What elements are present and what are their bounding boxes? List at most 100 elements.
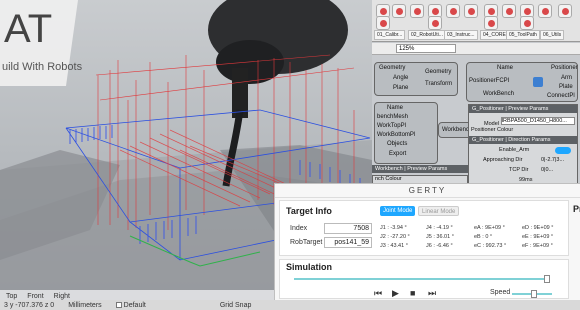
component-ribbon: 01_Calibr... 02_RobotUti... 03_Instruc..… — [372, 0, 580, 42]
bench-colour-label: nch Colour — [375, 176, 402, 182]
view-tab-top[interactable]: Top — [6, 293, 17, 300]
output-plate: Plate — [559, 84, 573, 90]
joint-readout: J4 : -4.19 ° — [426, 225, 453, 231]
grasshopper-canvas[interactable]: 01_Calibr... 02_RobotUti... 03_Instruc..… — [372, 0, 580, 190]
output-geometry: Geometry — [425, 69, 452, 75]
enable-arm-toggle[interactable] — [555, 147, 571, 154]
input-plane: Plane — [393, 85, 409, 91]
approaching-dir-value[interactable]: 0|-2.7|3... — [541, 157, 564, 163]
component-icon[interactable] — [446, 4, 460, 18]
play-icon[interactable]: ▶ — [392, 288, 399, 298]
input-workbottom-pl: WorkBottomPl — [377, 132, 416, 138]
component-icon[interactable] — [428, 16, 442, 30]
input-workbench: WorkBench — [483, 91, 514, 97]
speed-label: Speed — [490, 289, 511, 296]
positioner-preview-header: G_Positioner | Preview Params — [469, 105, 577, 113]
component-icon[interactable] — [410, 4, 424, 18]
component-icon[interactable] — [484, 16, 498, 30]
target-info-card: Target Info Joint Mode Linear Mode Index… — [279, 200, 569, 256]
transform-node[interactable]: Geometry Angle Plane Geometry Transform — [374, 62, 458, 96]
component-icon[interactable] — [520, 16, 534, 30]
status-bar: 3 y -707.376 z 0 Millimeters Default Gri… — [0, 300, 580, 310]
ribbon-tab[interactable]: 05_ToolPath — [506, 30, 540, 40]
external-axis-readout: eA : 9E+09 ° — [474, 225, 505, 231]
simulation-progress-track[interactable] — [294, 278, 550, 280]
input-positioner-fcpi: PositionerFCPI — [469, 78, 510, 84]
tcp-dir-value[interactable]: 0|0... — [541, 167, 553, 173]
input-name: Name — [497, 65, 514, 71]
input-geometry: Geometry — [379, 65, 406, 71]
units-label: Millimeters — [68, 301, 102, 309]
speed-slider-knob[interactable] — [531, 290, 537, 298]
external-axis-readout: eB : 0 ° — [474, 234, 493, 240]
target-info-heading: Target Info — [286, 206, 332, 216]
workbench-node[interactable]: Name benchMesh WorkTopPl WorkBottomPl Ob… — [374, 102, 438, 164]
logo-letters: AT — [4, 7, 52, 51]
joint-mode-button[interactable]: Joint Mode — [380, 206, 416, 216]
view-tab-right[interactable]: Right — [54, 293, 70, 300]
coordinate-readout: 3 y -707.376 z 0 — [4, 301, 55, 309]
input-objects: Objects — [387, 141, 408, 147]
output-connect-pl: ConnectPl — [547, 93, 575, 99]
component-icon[interactable] — [502, 4, 516, 18]
ribbon-tab[interactable]: 03_Instruc... — [444, 30, 478, 40]
joint-readout: J3 : 43.41 ° — [380, 243, 408, 249]
default-layer[interactable]: Default — [115, 301, 146, 309]
positioner-colour-label: Positioner Colour — [471, 127, 514, 133]
output-positioner: Positioner — [551, 65, 578, 71]
app-root: AT uild With Robots Top Front Right 01_C… — [0, 0, 580, 310]
layer-swatch-icon — [115, 301, 122, 308]
approaching-dir-label: Approaching Dir — [483, 157, 523, 163]
component-icon[interactable] — [376, 16, 390, 30]
skip-forward-icon[interactable]: ⏭ — [428, 288, 436, 298]
zoom-select[interactable]: 125% — [396, 44, 456, 53]
ribbon-tab[interactable]: 01_Calibr... — [374, 30, 406, 40]
index-label: Index — [290, 225, 308, 232]
external-axis-readout: eD : 9E+09 ° — [522, 225, 554, 231]
component-icon[interactable] — [464, 4, 478, 18]
output-arm: Arm — [561, 75, 572, 81]
positioner-icon — [533, 77, 543, 87]
direction-params-header: G_Positioner | Direction Params — [469, 136, 577, 144]
model-row: Model IRBPA500_D1450_H800... — [471, 117, 575, 127]
ribbon-tab[interactable]: 04_CORE — [480, 30, 509, 40]
positioner-node[interactable]: Name PositionerFCPI WorkBench Positioner… — [466, 62, 578, 102]
external-axis-readout: eF : 9E+09 ° — [522, 243, 553, 249]
stop-icon[interactable]: ■ — [410, 288, 415, 298]
input-worktop-pl: WorkTopPl — [377, 123, 406, 129]
robtarget-label: RobTarget — [290, 239, 323, 246]
input-bench-mesh: benchMesh — [377, 114, 409, 120]
input-angle: Angle — [393, 75, 409, 81]
external-axis-readout: eC : 992.73 ° — [474, 243, 507, 249]
skip-back-icon[interactable]: ⏮ — [374, 288, 382, 298]
model-dropdown[interactable]: IRBPA500_D1450_H800... — [500, 117, 575, 125]
robtarget-value: pos141_59 — [324, 237, 372, 248]
joint-readout: J1 : -3.94 ° — [380, 225, 407, 231]
component-icon[interactable] — [558, 4, 572, 18]
tcp-dir-label: TCP Dir — [509, 167, 529, 173]
index-value: 7508 — [324, 223, 372, 234]
input-name: Name — [387, 105, 404, 111]
ribbon-tab[interactable]: 02_RobotUti... — [408, 30, 446, 40]
grid-snap-toggle[interactable]: Grid Snap — [220, 302, 252, 309]
logo-tagline: uild With Robots — [2, 61, 83, 73]
canvas-toolbar: 125% — [372, 43, 580, 55]
enable-arm-label: Enable_Arm — [499, 147, 530, 153]
simulation-card: Simulation ⏮ ▶ ■ ⏭ Speed — [279, 259, 569, 299]
gerty-title: GERTY — [275, 184, 580, 198]
linear-mode-button[interactable]: Linear Mode — [418, 206, 460, 216]
view-tab-front[interactable]: Front — [27, 293, 43, 300]
gerty-panel: GERTY Target Info Joint Mode Linear Mode… — [274, 183, 580, 300]
component-icon[interactable] — [538, 4, 552, 18]
input-export: Export — [389, 151, 407, 157]
joint-readout: J6 : -6.46 ° — [426, 243, 453, 249]
external-axis-readout: eE : 9E+09 ° — [522, 234, 554, 240]
simulation-progress-knob[interactable] — [544, 275, 551, 283]
ribbon-tab[interactable]: 06_Utils — [540, 30, 565, 40]
component-icon[interactable] — [392, 4, 406, 18]
positioner-params-panel[interactable]: G_Positioner | Preview Params Model IRBP… — [468, 104, 578, 186]
joint-readout: J2 : -27.20 ° — [380, 234, 410, 240]
workbench-preview-header: Workbench | Preview Params — [372, 165, 468, 173]
output-transform: Transform — [425, 81, 453, 87]
simulation-heading: Simulation — [286, 262, 333, 272]
